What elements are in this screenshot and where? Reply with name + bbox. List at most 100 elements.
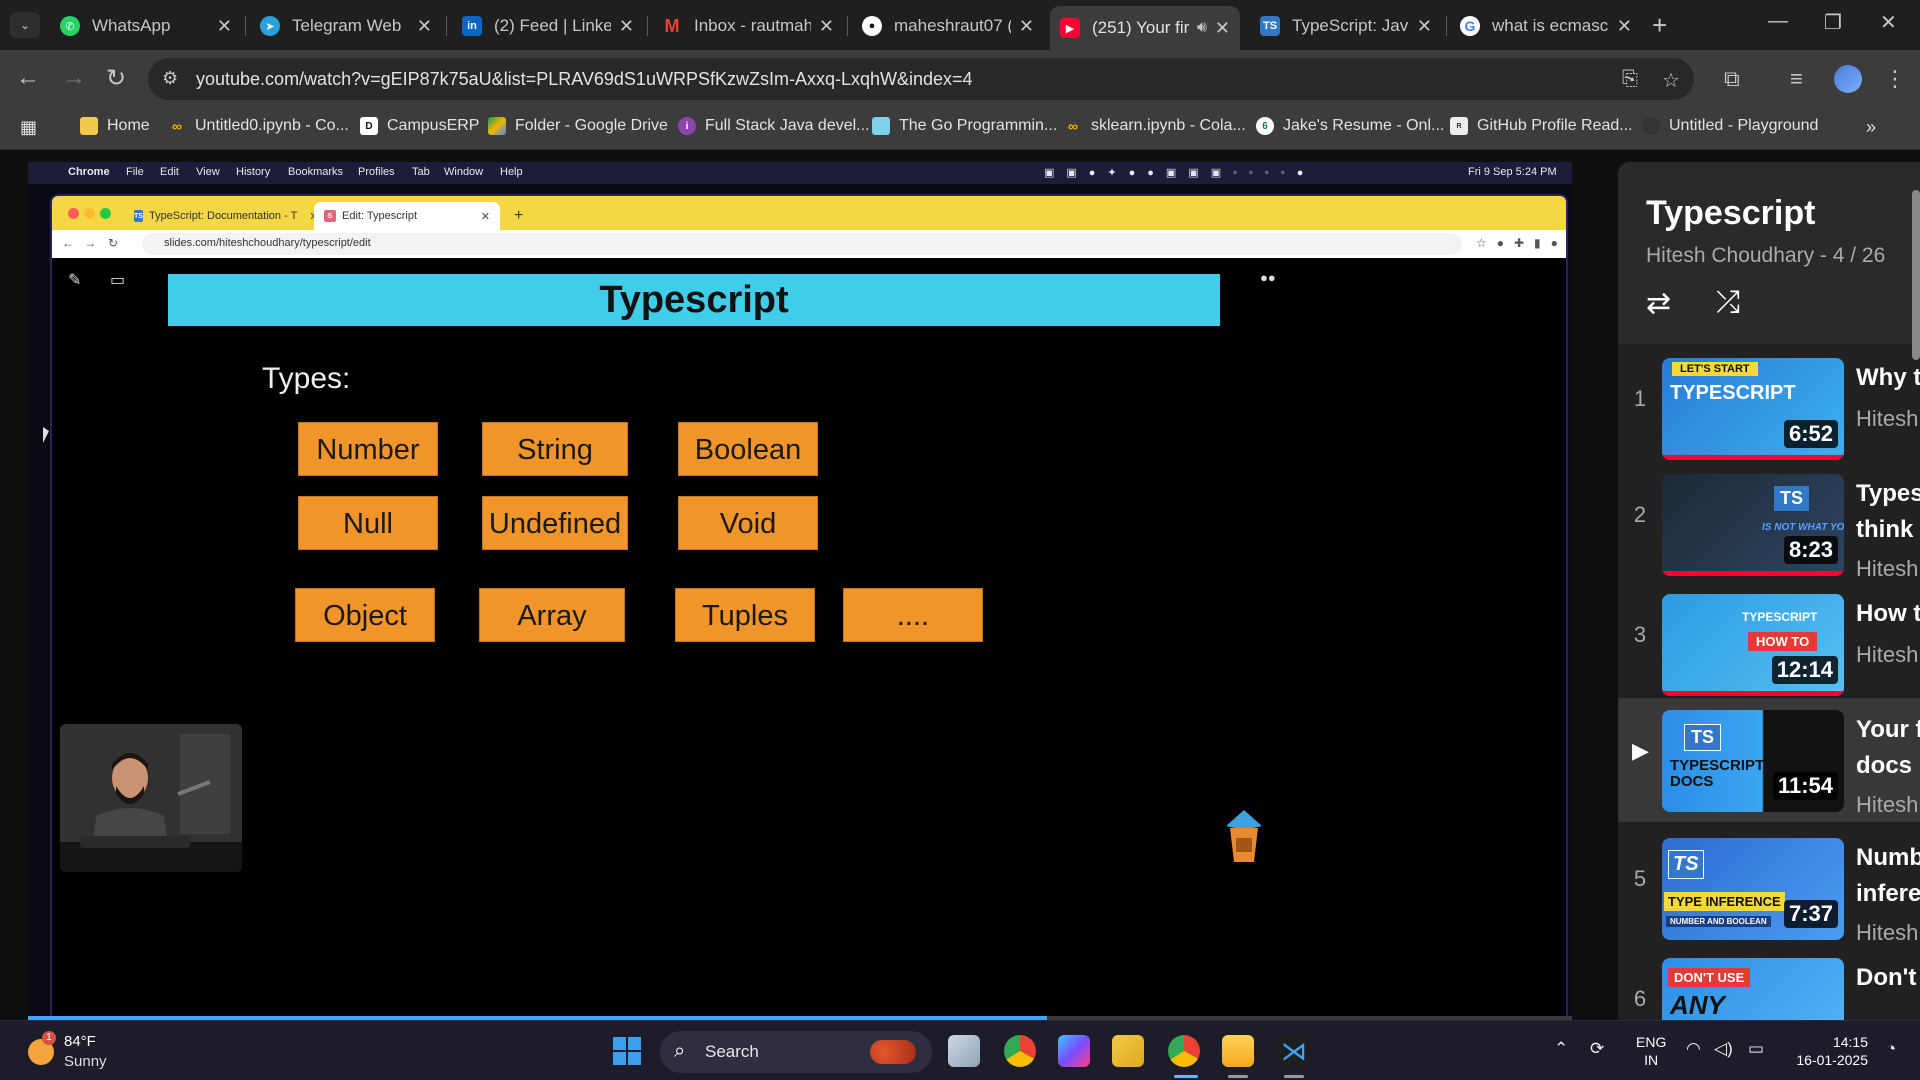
inner-browser-window: TS TypeScript: Documentation - T✕ S Edit…	[50, 194, 1568, 1020]
playlist-item[interactable]: 6 DON'T USE ANY Don't	[1618, 946, 1920, 1020]
bookmark-github-readme[interactable]: R GitHub Profile Read...	[1450, 117, 1633, 135]
bookmark-google-drive[interactable]: Folder - Google Drive	[488, 117, 668, 135]
shuffle-icon[interactable]: ⤮	[1716, 286, 1740, 320]
address-bar[interactable]: ⚙ youtube.com/watch?v=gEIP87k75aU&list=P…	[148, 58, 1694, 100]
video-thumbnail: DON'T USE ANY	[1662, 958, 1844, 1020]
volume-icon[interactable]: ◁)	[1714, 1039, 1733, 1059]
speaker-icon[interactable]: 🔊︎	[1197, 19, 1207, 37]
tab-separator	[245, 16, 246, 36]
close-tab-icon[interactable]: ✕	[1019, 16, 1034, 37]
more-bookmarks-icon[interactable]: »	[1866, 117, 1876, 138]
mouse-cursor	[43, 427, 49, 443]
loop-icon[interactable]: ⇄	[1646, 286, 1671, 321]
close-tab-icon[interactable]: ✕	[417, 16, 432, 37]
playlist-item[interactable]: 1 LET'S START TYPESCRIPT 6:52 Why t Hite…	[1618, 346, 1920, 462]
mac-menu-item: Profiles	[358, 166, 395, 178]
playlist-title[interactable]: Typescript	[1646, 194, 1815, 233]
tab-linkedin[interactable]: in (2) Feed | LinkedI ✕	[452, 9, 644, 43]
close-tab-icon[interactable]: ✕	[819, 16, 834, 37]
wifi-icon[interactable]: ◠	[1686, 1039, 1701, 1059]
file-explorer-icon[interactable]	[1222, 1035, 1254, 1067]
bookmark-sklearn-colab[interactable]: ∞ sklearn.ipynb - Cola...	[1064, 117, 1246, 135]
bookmark-colab-untitled[interactable]: ∞ Untitled0.ipynb - Co...	[168, 117, 349, 135]
playlist-item[interactable]: 5 TS TYPE INFERENCE NUMBER AND BOOLEAN 7…	[1618, 826, 1920, 945]
close-tab-icon[interactable]: ✕	[1417, 16, 1432, 37]
minimize-icon[interactable]: —	[1768, 10, 1788, 33]
tab-whatsapp[interactable]: ✆ WhatsApp ✕	[50, 9, 242, 43]
search-highlight-icon	[870, 1040, 916, 1064]
bookmark-star-icon[interactable]: ☆	[1662, 68, 1680, 93]
language-indicator[interactable]: ENG IN	[1636, 1033, 1666, 1069]
folder-icon	[80, 117, 98, 135]
forward-icon[interactable]: →	[62, 64, 86, 92]
weather-description[interactable]: Sunny	[64, 1053, 107, 1070]
type-chip-null: Null	[298, 496, 438, 550]
apps-grid-icon[interactable]: ▦	[20, 117, 37, 138]
playlist-item-current[interactable]: ▶ TS TYPESCRIPT DOCS 11:54 Your f docs H…	[1618, 698, 1920, 822]
coffee-cup-logo	[1226, 810, 1262, 862]
chrome-app-icon[interactable]	[1004, 1035, 1036, 1067]
close-window-icon[interactable]: ✕	[1880, 10, 1897, 35]
profile-avatar[interactable]	[1834, 65, 1862, 93]
close-tab-icon[interactable]: ✕	[217, 16, 232, 37]
reload-icon[interactable]: ↻	[106, 64, 126, 93]
taskbar-search[interactable]: ⌕ Search	[660, 1031, 932, 1073]
tab-github[interactable]: ● maheshraut07 (M ✕	[852, 9, 1044, 43]
tab-google[interactable]: G what is ecmascri ✕	[1450, 9, 1642, 43]
present-icon: ▭	[110, 272, 126, 289]
mac-minimize-dot	[84, 208, 95, 219]
windows-start-icon[interactable]	[613, 1037, 641, 1065]
bookmark-campuserp[interactable]: D CampusERP	[360, 117, 479, 135]
tab-search-button[interactable]: ⌄	[10, 12, 40, 38]
windows-taskbar: 1 84°F Sunny ⌕ Search ⋊ ⌃ ⟳ ENG IN ◠ ◁) …	[0, 1020, 1920, 1080]
extensions-icon[interactable]: ⧉	[1724, 66, 1740, 92]
playlist-item[interactable]: 2 TS IS NOT WHAT YOU 8:23 Types think Hi…	[1618, 462, 1920, 581]
slide-canvas: ✎ ▭ ●● Typescript Types: Number String B…	[52, 258, 1566, 1018]
video-player[interactable]: Chrome File Edit View History Bookmarks …	[28, 162, 1572, 1020]
close-tab-icon[interactable]: ✕	[619, 16, 634, 37]
tab-youtube-active[interactable]: ▶ (251) Your fir 🔊︎ ✕	[1050, 6, 1240, 50]
bookmark-jakes-resume[interactable]: 6 Jake's Resume - Onl...	[1256, 117, 1444, 135]
video-thumbnail: TS IS NOT WHAT YOU 8:23	[1662, 474, 1844, 576]
bookmark-go-programming[interactable]: The Go Programmin...	[872, 117, 1057, 135]
tab-gmail[interactable]: M Inbox - rautmahe ✕	[652, 9, 844, 43]
type-chip-undefined: Undefined	[482, 496, 628, 550]
notification-bell-icon[interactable]: ◔	[1886, 1039, 1896, 1059]
running-indicator	[1228, 1075, 1248, 1078]
video-thumbnail: TS TYPE INFERENCE NUMBER AND BOOLEAN 7:3…	[1662, 838, 1844, 940]
close-tab-icon[interactable]: ✕	[1617, 16, 1632, 37]
tab-typescript[interactable]: TS TypeScript: JavaS ✕	[1250, 9, 1442, 43]
task-view-icon[interactable]	[948, 1035, 980, 1067]
sync-icon[interactable]: ⟳	[1590, 1039, 1604, 1059]
playlist-subtitle[interactable]: Hitesh Choudhary - 4 / 26	[1646, 244, 1885, 268]
install-app-icon[interactable]: ⎘	[1622, 68, 1638, 91]
playlist-scrollbar[interactable]	[1912, 190, 1920, 360]
now-playing-icon: ▶	[1632, 738, 1649, 763]
chrome-menu-icon[interactable]: ⋮	[1884, 66, 1906, 92]
mac-close-dot	[68, 208, 79, 219]
mac-menu-item: Chrome	[68, 166, 110, 178]
restore-icon[interactable]: ❐	[1824, 10, 1842, 35]
course-icon: i	[678, 117, 696, 135]
bookmark-home[interactable]: Home	[80, 117, 150, 135]
site-info-icon[interactable]: ⚙	[162, 68, 178, 89]
type-chip-number: Number	[298, 422, 438, 476]
microsoft-store-icon[interactable]	[1112, 1035, 1144, 1067]
taskbar-clock[interactable]: 14:15 16-01-2025	[1744, 1033, 1868, 1069]
media-control-icon[interactable]: ≡	[1790, 66, 1803, 92]
tab-separator	[847, 16, 848, 36]
type-chip-boolean: Boolean	[678, 422, 818, 476]
vscode-icon[interactable]: ⋊	[1278, 1035, 1310, 1067]
chrome-active-icon[interactable]	[1168, 1035, 1200, 1067]
watched-bar	[1662, 455, 1844, 460]
tab-telegram[interactable]: ➤ Telegram Web ✕	[250, 9, 442, 43]
new-tab-button[interactable]: +	[1652, 10, 1667, 41]
back-icon[interactable]: ←	[16, 64, 40, 92]
bookmark-full-stack-java[interactable]: i Full Stack Java devel...	[678, 117, 870, 135]
copilot-icon[interactable]	[1058, 1035, 1090, 1067]
close-tab-icon[interactable]: ✕	[1215, 18, 1230, 39]
show-hidden-icons-chevron[interactable]: ⌃	[1554, 1039, 1568, 1059]
weather-temperature[interactable]: 84°F	[64, 1033, 96, 1050]
bookmark-playground[interactable]: Untitled - Playground	[1642, 117, 1818, 135]
playlist-item[interactable]: 3 TYPESCRIPT HOW TO 12:14 How t Hitesh	[1618, 582, 1920, 698]
